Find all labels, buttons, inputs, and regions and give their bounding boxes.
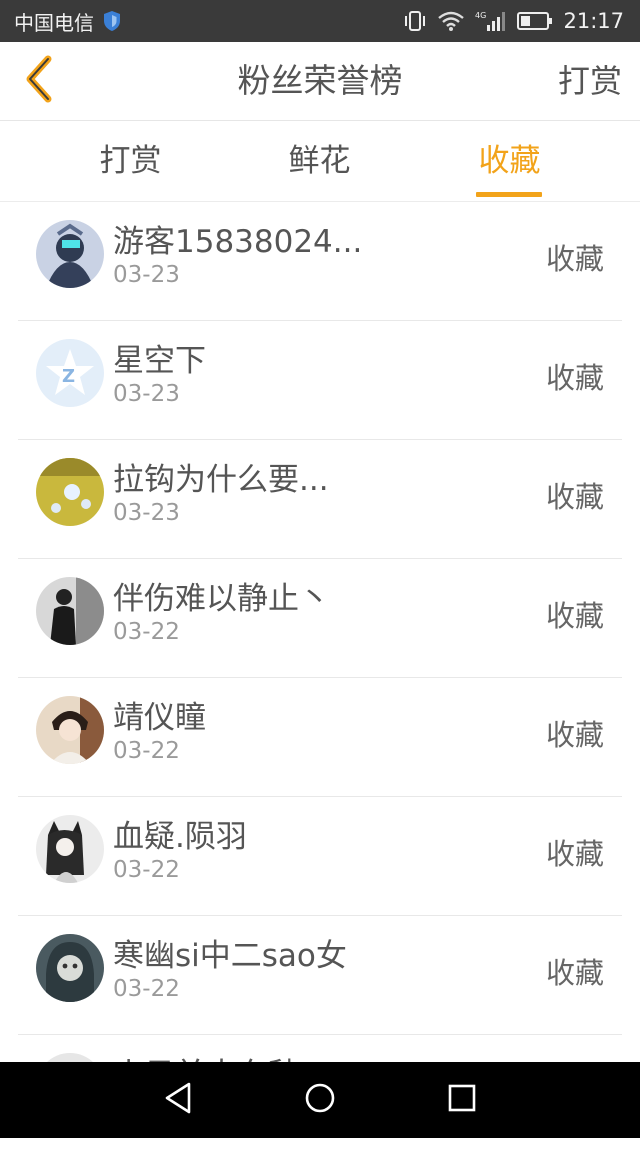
user-name: 寒幽si中二sao女 [113,938,347,974]
avatar [36,696,104,764]
user-name: 游客15838024... [113,224,363,260]
battery-icon [517,11,553,31]
user-name: 星空下 [113,343,206,379]
item-date: 03-22 [113,738,180,764]
vibrate-icon [403,10,427,32]
list-item[interactable]: 伴伤难以静止丶 03-22 收藏 [0,559,640,678]
tab-bar: 打赏 鲜花 收藏 [0,121,640,202]
list-item[interactable]: 靖仪瞳 03-22 收藏 [0,678,640,797]
avatar [36,577,104,645]
svg-text:Z: Z [62,366,75,387]
tab-label: 收藏 [478,143,541,179]
avatar [36,815,104,883]
title-bar: 粉丝荣誉榜 打赏 [0,42,640,121]
avatar [36,934,104,1002]
avatar: Z [36,339,104,407]
shield-icon [102,10,122,32]
item-date: 03-22 [113,619,180,645]
tip-button[interactable]: 打赏 [558,42,622,120]
user-name: 伴伤难以静止丶 [113,581,330,617]
item-date: 03-22 [113,976,180,1002]
tab-tip[interactable]: 打赏 [24,121,237,201]
active-tab-indicator [476,192,542,197]
signal-icon: 4G [475,10,507,32]
tab-label: 鲜花 [288,143,351,179]
home-circle-icon [304,1082,336,1118]
wifi-icon [437,10,465,32]
user-name: 靖仪瞳 [113,700,206,736]
item-type: 收藏 [545,242,604,276]
system-nav-bar [0,1062,640,1138]
user-name: 拉钩为什么要... [113,462,329,498]
list-item[interactable]: Z 星空下 03-23 收藏 [0,321,640,440]
item-type: 收藏 [545,361,604,395]
list-item[interactable]: 寒幽si中二sao女 03-22 收藏 [0,916,640,1035]
avatar [36,220,104,288]
page-title: 粉丝荣誉榜 [237,61,403,100]
item-type: 收藏 [545,599,604,633]
nav-home-button[interactable] [296,1076,344,1124]
item-date: 03-23 [113,500,180,526]
clock: 21:17 [563,9,624,33]
nav-recents-button[interactable] [438,1076,486,1124]
item-type: 收藏 [545,718,604,752]
svg-text:4G: 4G [475,11,486,20]
tab-label: 打赏 [99,143,162,179]
item-type: 收藏 [545,956,604,990]
item-date: 03-22 [113,857,180,883]
item-type: 收藏 [545,480,604,514]
status-left: 中国电信 [14,0,122,42]
item-type: 收藏 [545,837,604,871]
recents-square-icon [448,1084,476,1116]
item-date: 03-23 [113,262,180,288]
tab-flowers[interactable]: 鲜花 [213,121,426,201]
carrier-name: 中国电信 [14,10,94,35]
avatar [36,458,104,526]
status-right: 4G 21:17 [403,0,624,42]
nav-back-button[interactable] [154,1076,202,1124]
list-item[interactable]: 血疑.陨羽 03-22 收藏 [0,797,640,916]
tab-favorites[interactable]: 收藏 [403,121,616,201]
list-item[interactable]: 游客15838024... 03-23 收藏 [0,202,640,321]
status-bar: 中国电信 4G 21:17 [0,0,640,42]
user-name: 血疑.陨羽 [113,819,247,855]
list-item[interactable]: 拉钩为什么要... 03-23 收藏 [0,440,640,559]
back-triangle-icon [163,1082,193,1118]
item-date: 03-23 [113,381,180,407]
